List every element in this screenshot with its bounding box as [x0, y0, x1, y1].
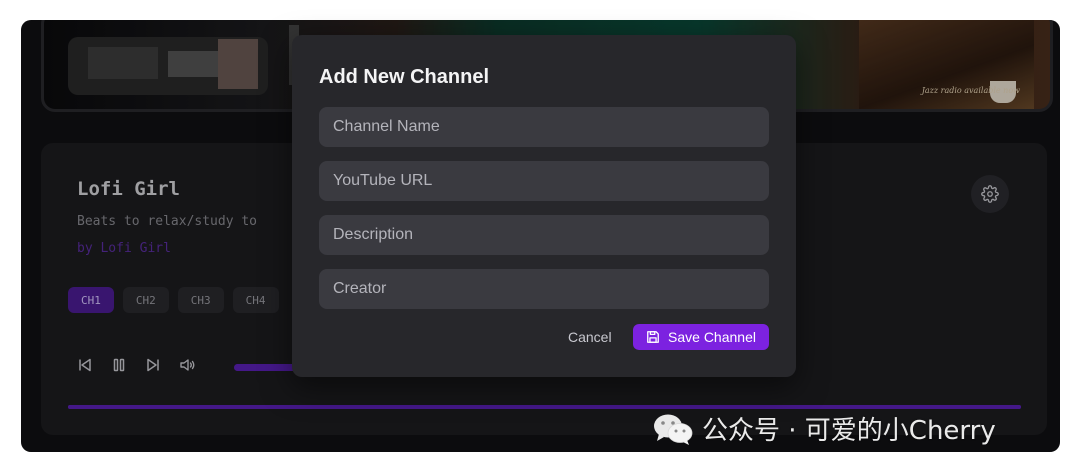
wechat-icon [654, 414, 693, 445]
description-input[interactable] [319, 215, 769, 255]
floppy-disk-icon [647, 331, 659, 343]
add-channel-modal: Add New Channel Cancel Save Channel [292, 35, 796, 377]
watermark-text: 公众号 · 可爱的小Cherry [702, 416, 996, 446]
save-channel-label: Save Channel [668, 329, 756, 345]
cancel-button[interactable]: Cancel [560, 324, 620, 350]
youtube-url-input[interactable] [319, 161, 769, 201]
creator-input[interactable] [319, 269, 769, 309]
watermark: 公众号 · 可爱的小Cherry [652, 410, 996, 447]
save-channel-button[interactable]: Save Channel [633, 324, 769, 350]
channel-name-input[interactable] [319, 107, 769, 147]
modal-title: Add New Channel [319, 66, 490, 88]
